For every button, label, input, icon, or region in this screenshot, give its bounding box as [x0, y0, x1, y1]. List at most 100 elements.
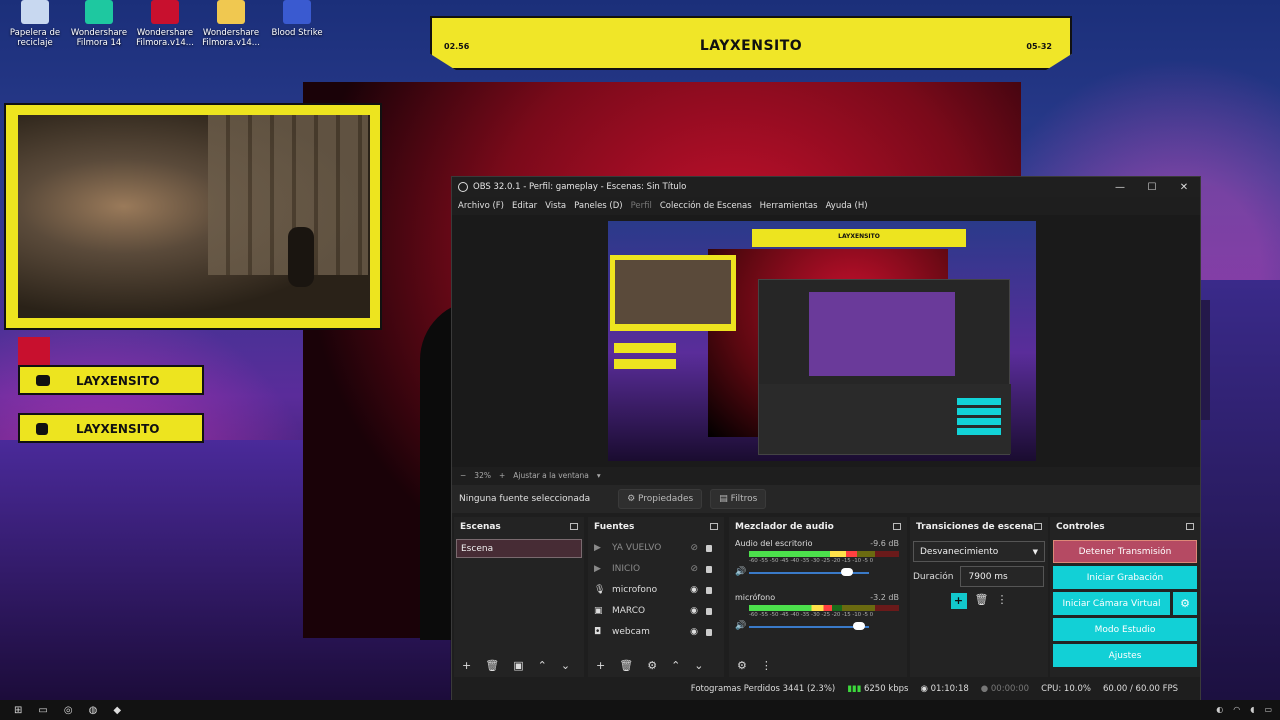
volume-icon[interactable]: ◖ [1250, 705, 1254, 714]
menu-tools[interactable]: Herramientas [760, 201, 818, 211]
menu-docks[interactable]: Paneles (D) [574, 201, 622, 211]
wifi-icon[interactable]: ◠ [1233, 705, 1240, 714]
undock-icon[interactable] [1186, 523, 1194, 530]
desktop-icon-filmora-archive[interactable]: Wondershare Filmora.v14... [130, 0, 200, 48]
move-down-icon[interactable]: ⌄ [561, 659, 570, 672]
mixer-channel: micrófono -3.2 dB -60 -55 -50 -45 -40 -3… [735, 593, 901, 633]
source-item[interactable]: ▶ YA VUELVO ⊘ [588, 537, 724, 558]
battery-icon[interactable]: ▭ [1264, 705, 1272, 714]
menu-edit[interactable]: Editar [512, 201, 537, 211]
speaker-icon[interactable]: 🔊 [735, 621, 746, 631]
eye-off-icon[interactable]: ⊘ [690, 543, 698, 553]
fps: 60.00 / 60.00 FPS [1102, 684, 1178, 694]
gear-icon[interactable]: ⚙ [647, 659, 657, 672]
volume-slider[interactable]: 🔊 [735, 567, 901, 579]
menu-view[interactable]: Vista [545, 201, 566, 211]
desktop-icon-filmora-folder[interactable]: Wondershare Filmora.v14... [196, 0, 266, 48]
trash-icon[interactable]: 🗑 [485, 659, 499, 672]
move-down-icon[interactable]: ⌄ [694, 659, 703, 672]
tray-icon[interactable]: ◐ [1216, 705, 1223, 714]
eye-icon[interactable]: ◉ [690, 585, 698, 595]
desktop-icon-filmora[interactable]: Wondershare Filmora 14 [64, 0, 134, 48]
maximize-icon[interactable]: ☐ [1136, 182, 1168, 193]
game-taskbar-icon[interactable]: ◆ [113, 705, 121, 716]
gear-icon[interactable]: ⚙ [1173, 592, 1197, 615]
lock-icon[interactable] [706, 608, 712, 615]
volume-slider-knob[interactable] [841, 568, 854, 576]
trash-icon[interactable]: 🗑 [619, 659, 633, 672]
lock-icon[interactable] [706, 629, 712, 636]
preview-area[interactable]: LAYXENSITO [452, 215, 1200, 467]
move-up-icon[interactable]: ⌃ [538, 659, 547, 672]
webcam-feed [18, 115, 370, 318]
archive-icon [151, 0, 179, 24]
undock-icon[interactable] [710, 523, 718, 530]
audio-mixer-dock: Mezclador de audio Audio del escritorio … [729, 517, 907, 677]
preview-nested-obs [758, 279, 1011, 455]
add-scene-button[interactable]: + [462, 659, 471, 672]
source-item[interactable]: ▶ INICIO ⊘ [588, 558, 724, 579]
scene-item[interactable]: Escena [456, 539, 582, 558]
overlay-top-banner: 02.56 LAYXENSITO 05-32 [430, 16, 1072, 70]
undock-icon[interactable] [1034, 523, 1042, 530]
menu-help[interactable]: Ayuda (H) [826, 201, 868, 211]
play-icon: ▶ [594, 563, 601, 574]
close-icon[interactable]: ✕ [1168, 182, 1200, 193]
settings-button[interactable]: Ajustes [1053, 644, 1197, 667]
menu-profile[interactable]: Perfil [631, 201, 652, 211]
sources-title: Fuentes [594, 522, 635, 532]
zoom-out-button[interactable]: − [460, 471, 466, 480]
add-source-button[interactable]: + [596, 659, 605, 672]
menu-file[interactable]: Archivo (F) [458, 201, 504, 211]
zoom-in-button[interactable]: + [499, 471, 505, 480]
start-virtual-camera-button[interactable]: Iniciar Cámara Virtual [1053, 592, 1170, 615]
zoom-fit-dropdown[interactable]: Ajustar a la ventana [513, 471, 589, 480]
obs-window[interactable]: OBS 32.0.1 - Perfil: gameplay - Escenas:… [451, 176, 1201, 701]
transition-select[interactable]: Desvanecimiento ▼ [913, 541, 1045, 562]
filters-button[interactable]: ▤ Filtros [710, 489, 767, 509]
folder-icon [217, 0, 245, 24]
start-recording-button[interactable]: Iniciar Grabación [1053, 566, 1197, 589]
stop-streaming-button[interactable]: Detener Transmisión [1053, 540, 1197, 563]
advanced-audio-icon[interactable]: ⚙ [737, 659, 747, 672]
add-transition-button[interactable]: + [950, 593, 967, 609]
undock-icon[interactable] [893, 523, 901, 530]
duration-input[interactable]: 7900 ms [959, 566, 1044, 587]
undock-icon[interactable] [570, 523, 578, 530]
menu-scene-collection[interactable]: Colección de Escenas [660, 201, 752, 211]
controls-dock: Controles Detener Transmisión Iniciar Gr… [1050, 517, 1200, 677]
volume-slider[interactable]: 🔊 [735, 621, 901, 633]
eye-icon[interactable]: ◉ [690, 606, 698, 616]
obs-taskbar-icon[interactable]: ◎ [64, 705, 73, 716]
minimize-icon[interactable]: — [1104, 182, 1136, 193]
eye-off-icon[interactable]: ⊘ [690, 564, 698, 574]
zoom-bar: − 32% + Ajustar a la ventana ▾ [452, 467, 1200, 483]
trash-icon[interactable]: 🗑 [975, 593, 989, 609]
mixer-channel: Audio del escritorio -9.6 dB -60 -55 -50… [735, 539, 901, 579]
source-item[interactable]: 🎙 microfono ◉ [588, 579, 724, 600]
bitrate: 6250 kbps [863, 684, 909, 694]
properties-button[interactable]: ⚙ Propiedades [618, 489, 703, 509]
desktop-icon-recycle-bin[interactable]: Papelera de reciclaje [0, 0, 70, 48]
preview-canvas[interactable]: LAYXENSITO [608, 221, 1036, 461]
file-explorer-icon[interactable]: ▭ [38, 705, 47, 716]
eye-icon[interactable]: ◉ [690, 627, 698, 637]
volume-slider-knob[interactable] [853, 622, 866, 630]
lock-icon[interactable] [706, 545, 712, 552]
speaker-icon[interactable]: 🔊 [735, 567, 746, 577]
source-item[interactable]: ◘ webcam ◉ [588, 621, 724, 642]
steam-icon[interactable]: ◍ [89, 705, 98, 716]
lock-icon[interactable] [706, 587, 712, 594]
lock-icon[interactable] [706, 566, 712, 573]
start-icon[interactable]: ⊞ [14, 705, 22, 716]
studio-mode-button[interactable]: Modo Estudio [1053, 618, 1197, 641]
source-item[interactable]: ▣ MARCO ◉ [588, 600, 724, 621]
obs-titlebar[interactable]: OBS 32.0.1 - Perfil: gameplay - Escenas:… [452, 177, 1200, 197]
more-options-icon[interactable]: ⋮ [761, 659, 772, 672]
desktop-icon-blood-strike[interactable]: Blood Strike [262, 0, 332, 38]
scene-filter-icon[interactable]: ▣ [513, 659, 523, 672]
chevron-down-icon[interactable]: ▾ [597, 471, 601, 480]
more-options-icon[interactable]: ⋮ [996, 593, 1007, 609]
move-up-icon[interactable]: ⌃ [671, 659, 680, 672]
status-bar: Fotogramas Perdidos 3441 (2.3%) ▮▮▮ 6250… [452, 678, 1200, 700]
